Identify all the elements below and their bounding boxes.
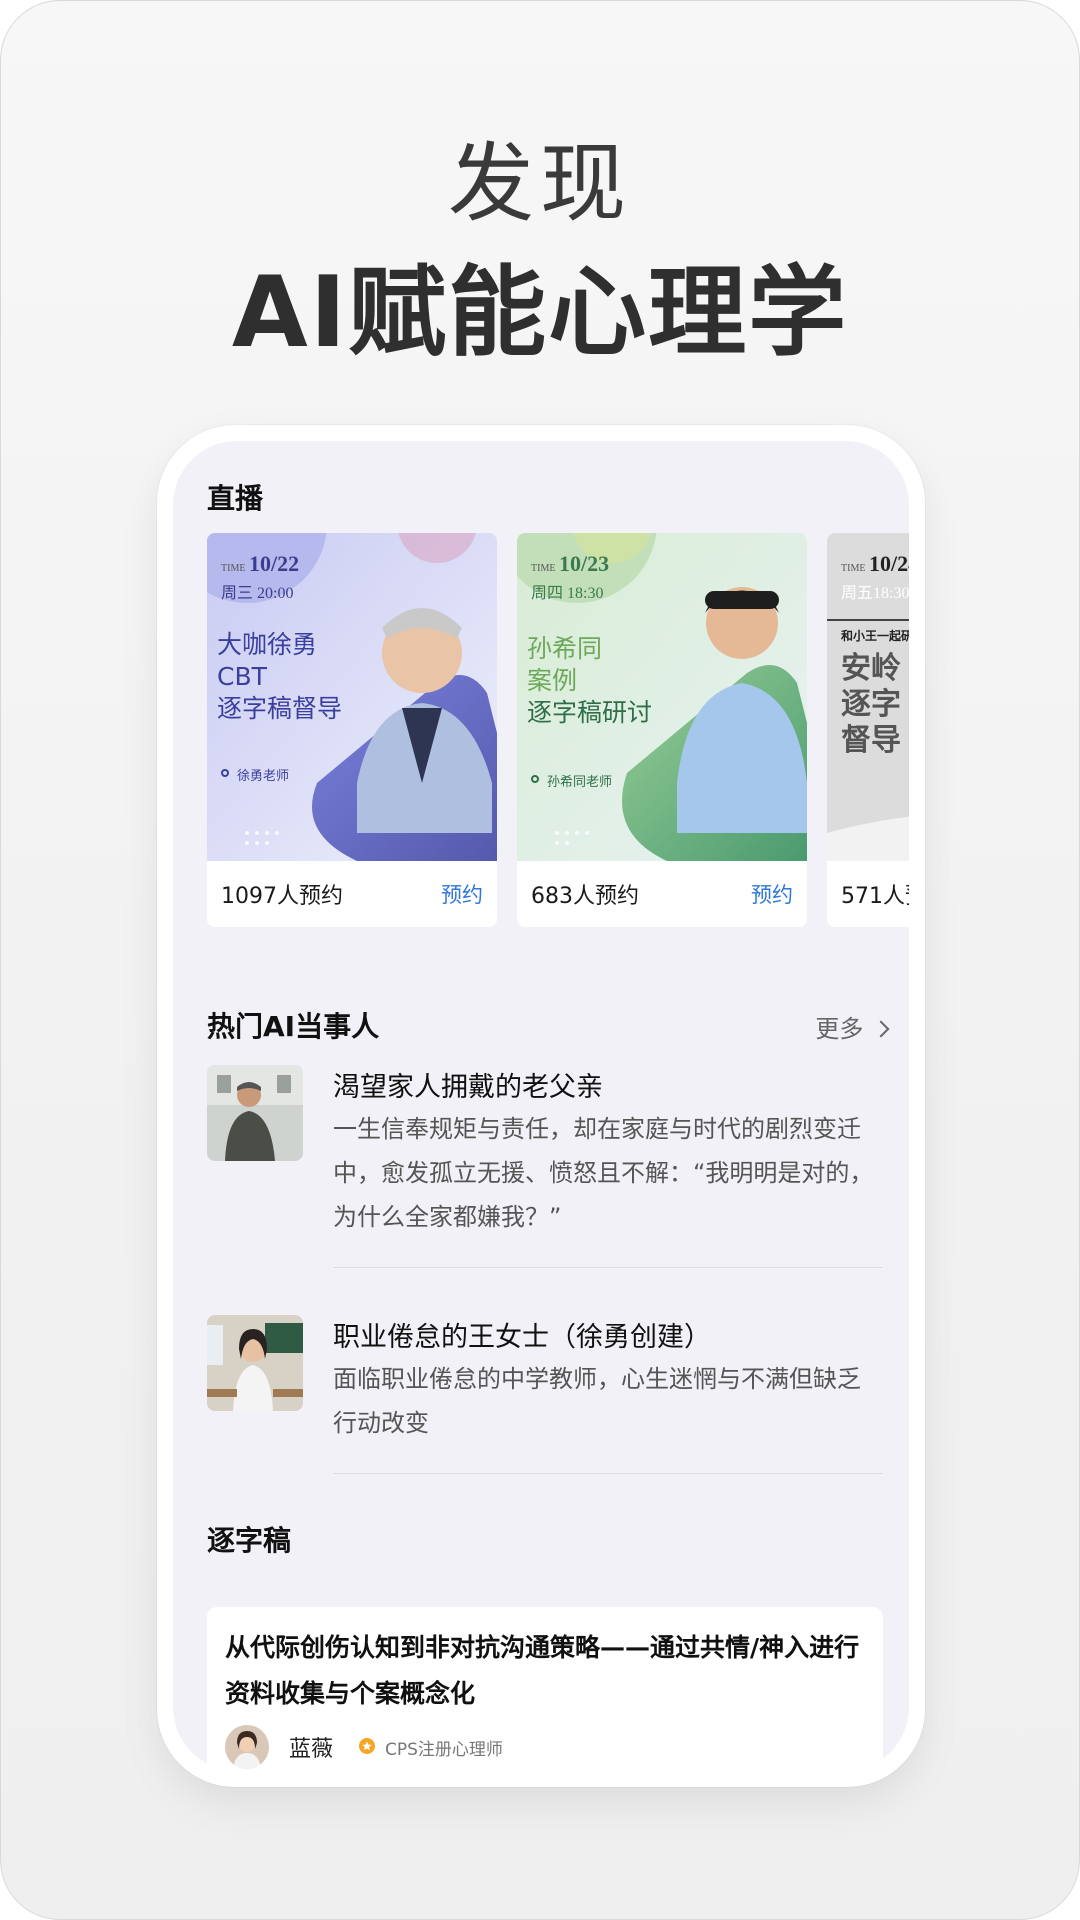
- persona-item[interactable]: 职业倦怠的王女士（徐勇创建） 面临职业倦怠的中学教师，心生迷惘与不满但缺乏行动改…: [207, 1315, 883, 1445]
- transcript-title: 从代际创伤认知到非对抗沟通策略——通过共情/神入进行资料收集与个案概念化: [225, 1633, 860, 1708]
- live-poster: TIME 10/22 周三 20:00 大咖徐勇 CBT 逐字稿督导 徐勇老师: [207, 533, 497, 861]
- live-date: 10/22: [249, 551, 300, 576]
- phone-frame: 直播 TIME 10/22 周三 20:00 大咖徐勇 CBT 逐字稿督导 徐勇…: [157, 425, 925, 1787]
- time-tag: TIME: [531, 563, 556, 574]
- more-label: 更多: [815, 1015, 864, 1043]
- live-card-footer: 1097人预约 预约: [207, 861, 497, 927]
- live-series: 和小王一起研: [841, 629, 909, 643]
- live-weekday: 周四 18:30: [531, 585, 604, 602]
- time-tag: TIME: [221, 563, 246, 574]
- live-date: 10/23: [559, 551, 610, 576]
- live-title-line: 安岭: [841, 651, 901, 686]
- author-avatar: [225, 1725, 269, 1769]
- live-carousel[interactable]: TIME 10/22 周三 20:00 大咖徐勇 CBT 逐字稿督导 徐勇老师 …: [207, 533, 909, 927]
- persona-avatar: [207, 1065, 303, 1161]
- dot-icon: [221, 769, 229, 777]
- persona-avatar: [207, 1315, 303, 1411]
- live-weekday: 周五18:30: [841, 585, 909, 602]
- app-store-screenshot: 发现 AI赋能心理学 直播 TIME 10/22 周三 20:00 大咖徐勇 C…: [0, 0, 1080, 1920]
- live-title-line: 案例: [527, 666, 578, 695]
- live-title-line: 督导: [841, 723, 901, 758]
- time-tag: TIME: [841, 563, 866, 574]
- reserve-button[interactable]: 预约: [751, 879, 793, 909]
- live-card[interactable]: TIME 10/22 周三 20:00 大咖徐勇 CBT 逐字稿督导 徐勇老师 …: [207, 533, 497, 927]
- transcript-section-title: 逐字稿: [207, 1524, 292, 1557]
- persona-item[interactable]: 渴望家人拥戴的老父亲 一生信奉规矩与责任，却在家庭与时代的剧烈变迁中，愈发孤立无…: [207, 1065, 883, 1245]
- reserve-count: 683人预约: [531, 884, 639, 909]
- divider: [333, 1473, 883, 1474]
- live-title-line: 逐字稿研讨: [527, 698, 653, 727]
- live-teacher: 孙希同老师: [547, 775, 613, 790]
- hot-section-title: 热门AI当事人: [207, 1010, 380, 1043]
- hero-subtitle: 发现: [448, 134, 632, 234]
- persona-title: 渴望家人拥戴的老父亲: [333, 1072, 603, 1103]
- live-poster: TIME 10/24 周五18:30 和小王一起研 安岭 逐字 督导: [827, 533, 909, 861]
- live-section-title: 直播: [207, 482, 264, 515]
- author-row: 蓝薇 CPS注册心理师: [225, 1725, 503, 1769]
- live-title-line: 逐字: [841, 687, 901, 722]
- live-weekday: 周三 20:00: [221, 585, 294, 602]
- hero-title: AI赋能心理学: [231, 256, 849, 370]
- hot-section-header: 热门AI当事人 更多: [207, 1005, 890, 1045]
- author-name: 蓝薇: [289, 1737, 334, 1762]
- live-card-footer: 683人预约 预约: [517, 861, 807, 927]
- live-card[interactable]: TIME 10/24 周五18:30 和小王一起研 安岭 逐字 督导 571人预: [827, 533, 909, 927]
- live-date: 10/24: [869, 551, 909, 576]
- live-teacher: 徐勇老师: [237, 769, 290, 784]
- app-screen: 直播 TIME 10/22 周三 20:00 大咖徐勇 CBT 逐字稿督导 徐勇…: [173, 441, 909, 1771]
- live-title-line: 孙希同: [527, 634, 603, 663]
- chevron-right-icon: [872, 1020, 890, 1038]
- persona-description: 面临职业倦怠的中学教师，心生迷惘与不满但缺乏行动改变: [333, 1365, 861, 1437]
- certified-badge-icon: [359, 1738, 376, 1754]
- transcript-card[interactable]: 从代际创伤认知到非对抗沟通策略——通过共情/神入进行资料收集与个案概念化 蓝薇: [207, 1607, 883, 1771]
- live-card-footer: 571人预: [827, 861, 909, 927]
- reserve-count: 1097人预约: [221, 884, 343, 909]
- reserve-count: 571人预: [841, 884, 909, 909]
- author-role: CPS注册心理师: [385, 1739, 503, 1760]
- live-card[interactable]: TIME 10/23 周四 18:30 孙希同 案例 逐字稿研讨 孙希同老师 6…: [517, 533, 807, 927]
- live-title-line: 大咖徐勇: [217, 630, 318, 659]
- more-link[interactable]: 更多: [815, 1009, 890, 1044]
- persona-title: 职业倦怠的王女士（徐勇创建）: [333, 1322, 711, 1353]
- live-title-line: CBT: [217, 662, 267, 691]
- reserve-button[interactable]: 预约: [441, 879, 483, 909]
- dot-icon: [531, 775, 539, 783]
- persona-description: 一生信奉规矩与责任，却在家庭与时代的剧烈变迁中，愈发孤立无援、愤怒且不解：“我明…: [333, 1115, 874, 1231]
- divider: [333, 1267, 883, 1268]
- live-poster: TIME 10/23 周四 18:30 孙希同 案例 逐字稿研讨 孙希同老师: [517, 533, 807, 861]
- live-title-line: 逐字稿督导: [217, 694, 343, 723]
